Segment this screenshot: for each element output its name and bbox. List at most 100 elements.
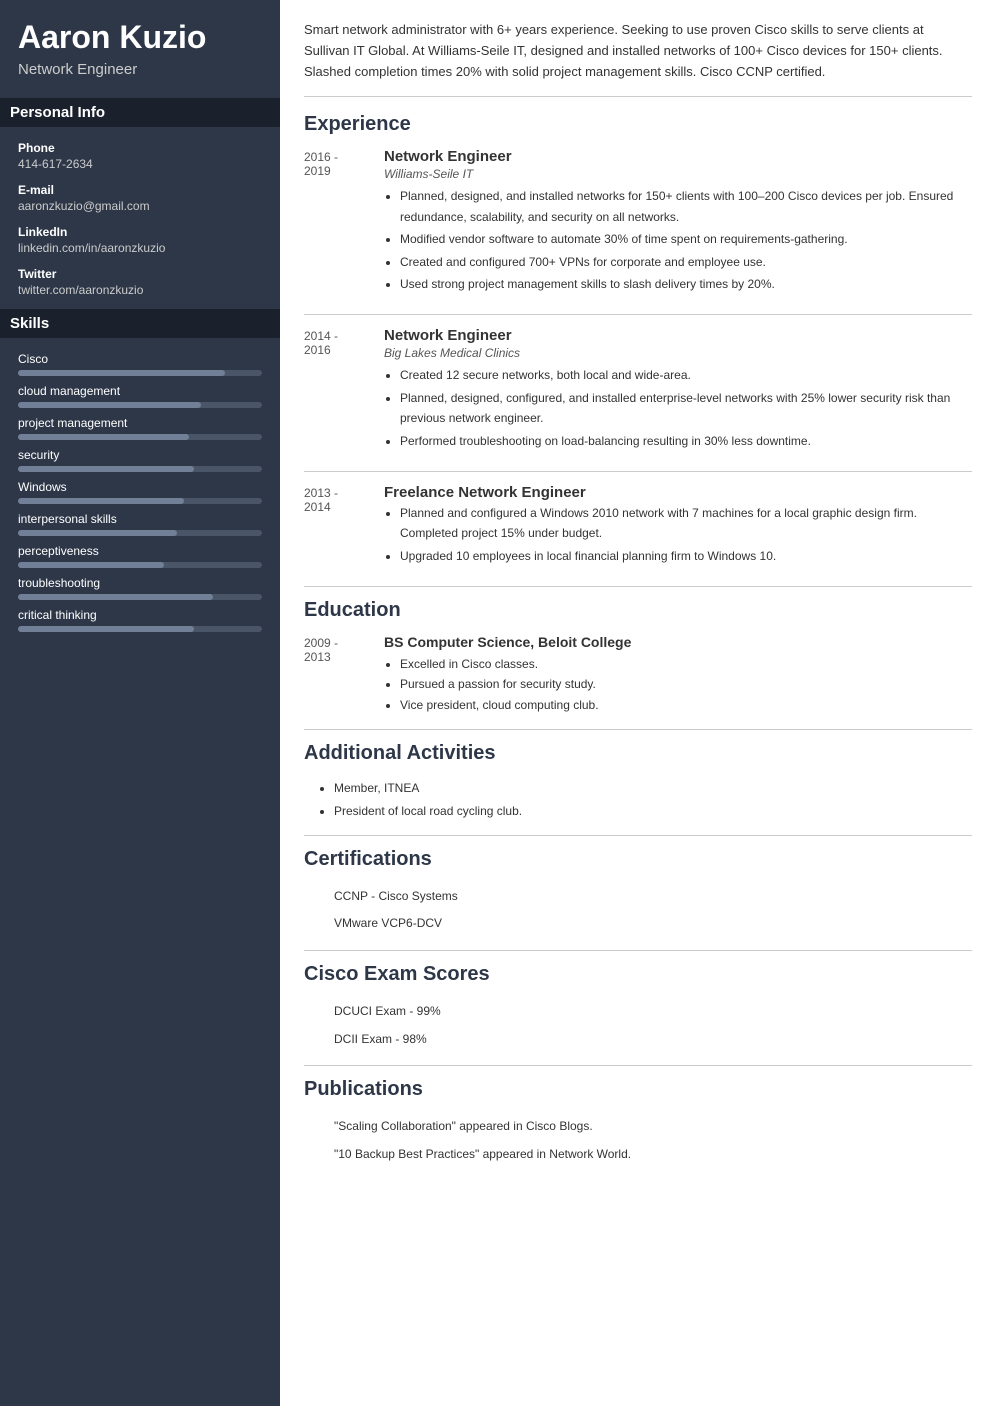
entry-bullets: Planned and configured a Windows 2010 ne… — [384, 503, 972, 566]
summary-text: Smart network administrator with 6+ year… — [304, 20, 972, 97]
publications-divider — [304, 1065, 972, 1066]
entry-body: Network EngineerWilliams-Seile ITPlanned… — [384, 148, 972, 296]
exam-scores-list: DCUCI Exam - 99%DCII Exam - 98% — [304, 998, 972, 1053]
edu-bullets: Excelled in Cisco classes.Pursued a pass… — [384, 654, 631, 715]
bullet-item: Modified vendor software to automate 30%… — [400, 229, 972, 249]
bullet-item: Created 12 secure networks, both local a… — [400, 365, 972, 385]
activity-item: President of local road cycling club. — [334, 800, 972, 823]
experience-section-title: Experience — [304, 113, 972, 136]
bullet-item: Vice president, cloud computing club. — [400, 695, 631, 715]
phone-label: Phone — [18, 141, 262, 155]
cert-item: CCNP - Cisco Systems — [304, 883, 972, 911]
skill-item: cloud management — [18, 384, 262, 408]
skill-name: troubleshooting — [18, 576, 262, 590]
skill-item: perceptiveness — [18, 544, 262, 568]
publications-list: "Scaling Collaboration" appeared in Cisc… — [304, 1113, 972, 1168]
skill-bar-bg — [18, 530, 262, 536]
activity-item: Member, ITNEA — [334, 777, 972, 800]
skill-item: troubleshooting — [18, 576, 262, 600]
skill-bar-fill — [18, 370, 225, 376]
education-divider — [304, 586, 972, 587]
education-list: 2009 - 2013BS Computer Science, Beloit C… — [304, 634, 972, 715]
activities-section-title: Additional Activities — [304, 742, 972, 765]
skill-bar-fill — [18, 530, 177, 536]
entry-dates: 2016 - 2019 — [304, 148, 384, 296]
activities-list: Member, ITNEAPresident of local road cyc… — [304, 777, 972, 823]
bullet-item: Planned, designed, configured, and insta… — [400, 388, 972, 429]
skill-item: Cisco — [18, 352, 262, 376]
candidate-name: Aaron Kuzio — [18, 20, 262, 55]
certifications-list: CCNP - Cisco SystemsVMware VCP6-DCV — [304, 883, 972, 938]
skill-bar-bg — [18, 466, 262, 472]
entry-body: Network EngineerBig Lakes Medical Clinic… — [384, 327, 972, 453]
publications-section-title: Publications — [304, 1078, 972, 1101]
bullet-item: Planned, designed, and installed network… — [400, 186, 972, 227]
skill-bar-fill — [18, 498, 184, 504]
edu-body: BS Computer Science, Beloit College Excel… — [384, 634, 631, 715]
entry-job-title: Network Engineer — [384, 327, 972, 344]
education-section-title: Education — [304, 599, 972, 622]
certifications-section-title: Certifications — [304, 848, 972, 871]
skill-name: security — [18, 448, 262, 462]
cert-item: VMware VCP6-DCV — [304, 910, 972, 938]
email-label: E-mail — [18, 183, 262, 197]
skill-bar-bg — [18, 370, 262, 376]
personal-info-header: Personal Info — [0, 98, 280, 127]
exam-score-item: DCUCI Exam - 99% — [304, 998, 972, 1026]
entry-bullets: Created 12 secure networks, both local a… — [384, 365, 972, 451]
exp-divider — [304, 314, 972, 315]
skills-list: Cisco cloud management project management s… — [18, 352, 262, 632]
publication-item: "10 Backup Best Practices" appeared in N… — [304, 1141, 972, 1169]
email-value: aaronzkuzio@gmail.com — [18, 199, 262, 213]
skill-bar-fill — [18, 594, 213, 600]
twitter-field: Twitter twitter.com/aaronzkuzio — [18, 267, 262, 297]
skill-item: interpersonal skills — [18, 512, 262, 536]
main-content: Smart network administrator with 6+ year… — [280, 0, 996, 1406]
entry-body: Freelance Network EngineerPlanned and co… — [384, 484, 972, 568]
skill-item: security — [18, 448, 262, 472]
sidebar: Aaron Kuzio Network Engineer Personal In… — [0, 0, 280, 1406]
experience-entry: 2014 - 2016Network EngineerBig Lakes Med… — [304, 327, 972, 453]
skill-name: critical thinking — [18, 608, 262, 622]
bullet-item: Performed troubleshooting on load-balanc… — [400, 431, 972, 451]
edu-degree: BS Computer Science, Beloit College — [384, 634, 631, 650]
bullet-item: Excelled in Cisco classes. — [400, 654, 631, 674]
skill-item: project management — [18, 416, 262, 440]
skill-name: perceptiveness — [18, 544, 262, 558]
candidate-title: Network Engineer — [18, 61, 262, 78]
certifications-divider — [304, 835, 972, 836]
resume-container: Aaron Kuzio Network Engineer Personal In… — [0, 0, 996, 1406]
skill-name: Windows — [18, 480, 262, 494]
exam-scores-divider — [304, 950, 972, 951]
exp-divider — [304, 471, 972, 472]
skills-header: Skills — [0, 309, 280, 338]
skill-bar-fill — [18, 562, 164, 568]
linkedin-value: linkedin.com/in/aaronzkuzio — [18, 241, 262, 255]
phone-value: 414-617-2634 — [18, 157, 262, 171]
entry-bullets: Planned, designed, and installed network… — [384, 186, 972, 294]
exam-score-item: DCII Exam - 98% — [304, 1026, 972, 1054]
experience-list: 2016 - 2019Network EngineerWilliams-Seil… — [304, 148, 972, 568]
bullet-item: Used strong project management skills to… — [400, 274, 972, 294]
entry-dates: 2013 - 2014 — [304, 484, 384, 568]
twitter-value: twitter.com/aaronzkuzio — [18, 283, 262, 297]
skill-bar-bg — [18, 626, 262, 632]
skill-bar-bg — [18, 402, 262, 408]
linkedin-label: LinkedIn — [18, 225, 262, 239]
bullet-item: Upgraded 10 employees in local financial… — [400, 546, 972, 566]
skill-bar-fill — [18, 466, 194, 472]
skill-bar-fill — [18, 402, 201, 408]
linkedin-field: LinkedIn linkedin.com/in/aaronzkuzio — [18, 225, 262, 255]
exam-scores-section-title: Cisco Exam Scores — [304, 963, 972, 986]
publication-item: "Scaling Collaboration" appeared in Cisc… — [304, 1113, 972, 1141]
skill-bar-fill — [18, 626, 194, 632]
twitter-label: Twitter — [18, 267, 262, 281]
bullet-item: Created and configured 700+ VPNs for cor… — [400, 252, 972, 272]
skill-name: Cisco — [18, 352, 262, 366]
experience-entry: 2016 - 2019Network EngineerWilliams-Seil… — [304, 148, 972, 296]
experience-entry: 2013 - 2014Freelance Network EngineerPla… — [304, 484, 972, 568]
skill-bar-fill — [18, 434, 189, 440]
skill-item: critical thinking — [18, 608, 262, 632]
skill-bar-bg — [18, 594, 262, 600]
entry-dates: 2014 - 2016 — [304, 327, 384, 453]
